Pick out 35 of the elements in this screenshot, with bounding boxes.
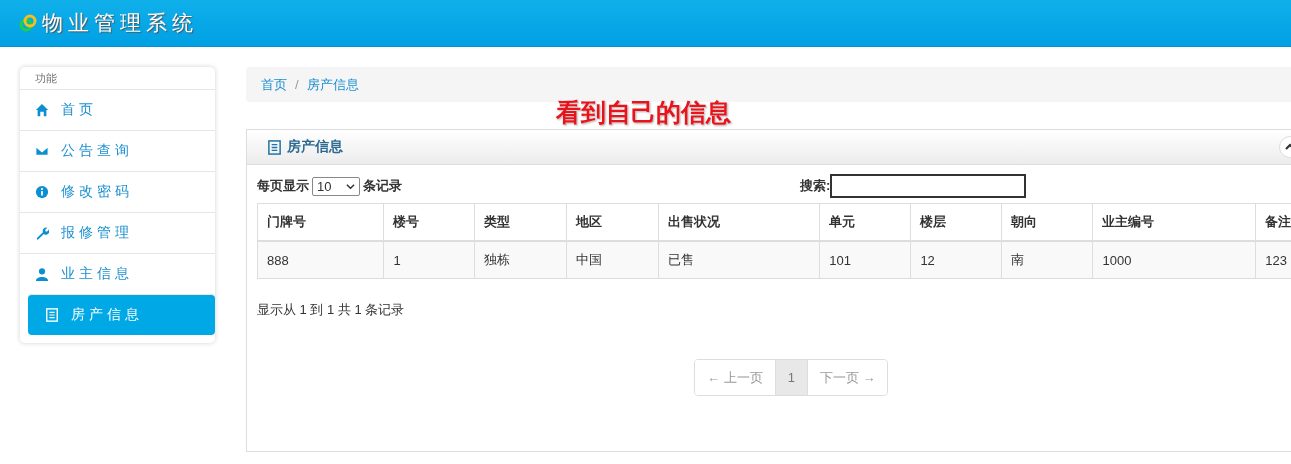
table-cell: 独栋 — [474, 241, 567, 279]
sidebar-item[interactable]: 修 改 密 码 — [20, 171, 215, 212]
table-cell: 1 — [383, 241, 475, 279]
sidebar-item[interactable]: 首 页 — [20, 89, 215, 130]
home-icon — [35, 103, 49, 117]
page-size-label: 条记录 — [363, 177, 402, 195]
table-cell: 101 — [819, 241, 911, 279]
app-title: 物业管理系统 — [42, 10, 198, 37]
user-icon — [35, 267, 49, 281]
list-icon — [267, 139, 282, 155]
info-icon — [35, 185, 49, 199]
list-icon — [45, 308, 59, 322]
table-cell: 888 — [257, 241, 384, 279]
sidebar-item[interactable]: 报 修 管 理 — [20, 212, 215, 253]
sidebar-heading: 功能 — [34, 71, 58, 86]
pagination-button[interactable]: 1 — [774, 360, 807, 395]
table-cell: 1000 — [1092, 241, 1256, 279]
envelope-icon — [35, 144, 49, 158]
table-cell: 中国 — [567, 241, 658, 279]
record-info: 显示从 1 到 1 共 1 条记录 — [257, 302, 405, 317]
page-size-label: 每页显示 — [257, 177, 309, 195]
caret-icon — [346, 181, 355, 191]
search-label: 搜索: — [800, 177, 831, 195]
table-cell: 已售 — [658, 241, 820, 279]
breadcrumb-separator: / — [295, 77, 299, 92]
table-cell: 南 — [1001, 241, 1093, 279]
annotation-text: 看到自己的信息 — [556, 98, 731, 126]
sidebar-item[interactable]: 业 主 信 息 — [20, 253, 215, 294]
search-field[interactable] — [830, 174, 1027, 198]
wrench-icon — [35, 226, 49, 240]
table-cell: 12 — [910, 241, 1002, 279]
sidebar-item[interactable]: 公 告 查 询 — [20, 130, 215, 171]
page-size-select[interactable]: 10 — [312, 176, 360, 196]
panel-title: 房产信息 — [287, 138, 343, 156]
logo-icon — [18, 13, 38, 33]
